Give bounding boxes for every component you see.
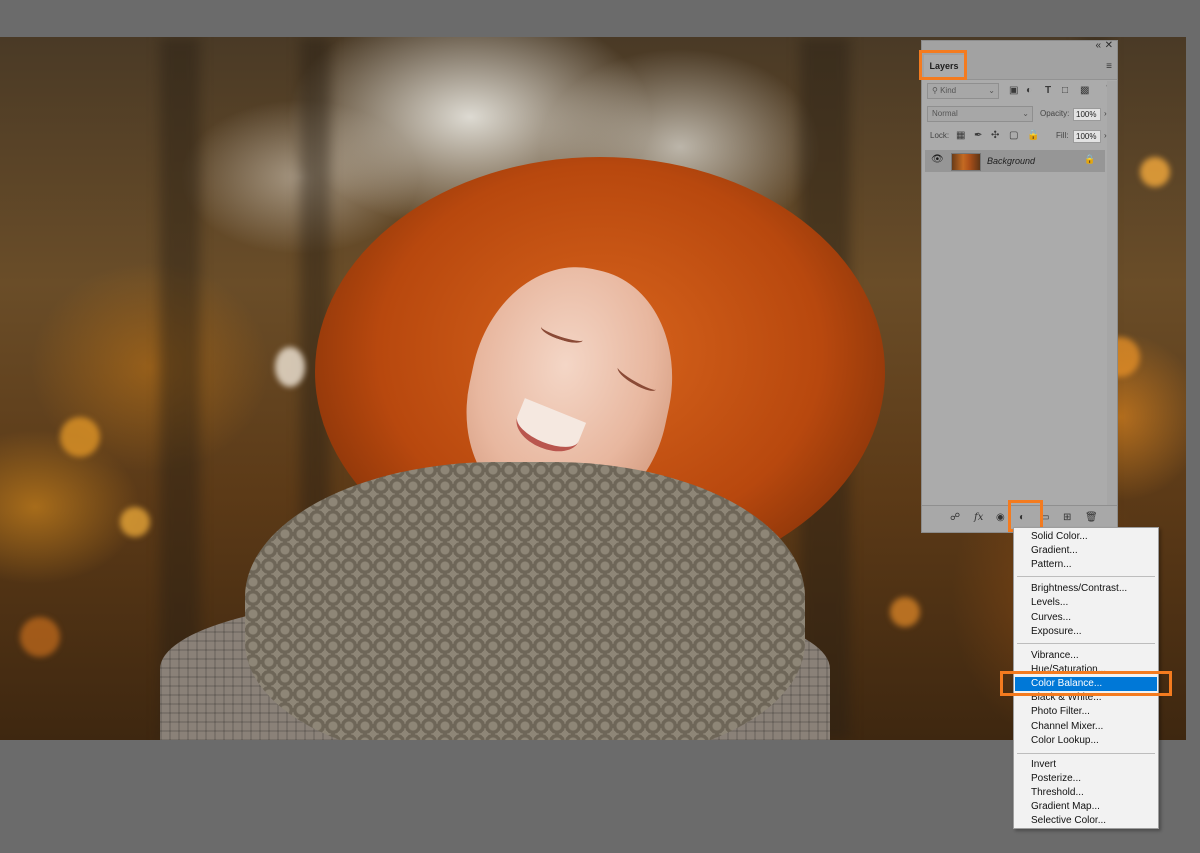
link-layers-icon[interactable]: ☍ <box>950 511 960 525</box>
menu-item-color-balance[interactable]: Color Balance... <box>1015 677 1157 691</box>
menu-separator <box>1017 753 1155 754</box>
eye-visibility-icon[interactable]: 👁 <box>931 154 944 165</box>
panel-title-bar: « ✕ <box>922 40 1117 53</box>
menu-item-pattern[interactable]: Pattern... <box>1015 558 1157 572</box>
opacity-field[interactable]: 100% <box>1073 108 1101 121</box>
menu-item-threshold[interactable]: Threshold... <box>1015 786 1157 800</box>
menu-item-selective-color[interactable]: Selective Color... <box>1015 814 1157 828</box>
menu-item-curves[interactable]: Curves... <box>1015 611 1157 625</box>
smart-object-filter-icon[interactable]: ▩ <box>1080 83 1089 99</box>
menu-item-black-white[interactable]: Black & White... <box>1015 691 1157 705</box>
image-filter-icon[interactable]: ▣ <box>1009 83 1018 99</box>
adjustment-filter-icon[interactable]: ◐ <box>1026 83 1032 99</box>
kind-label: Kind <box>940 86 957 95</box>
menu-item-exposure[interactable]: Exposure... <box>1015 625 1157 639</box>
new-group-icon[interactable]: ▭ <box>1040 511 1049 525</box>
menu-item-photo-filter[interactable]: Photo Filter... <box>1015 705 1157 719</box>
lock-position-icon[interactable]: ✣ <box>991 128 999 144</box>
lock-image-pixels-icon[interactable]: ✒ <box>974 128 982 144</box>
search-icon: ⚲ <box>932 86 938 95</box>
menu-item-channel-mixer[interactable]: Channel Mixer... <box>1015 720 1157 734</box>
lock-icon: 🔒 <box>1084 154 1096 164</box>
layer-name: Background <box>987 156 1036 166</box>
new-layer-icon[interactable]: ⊞ <box>1063 511 1071 525</box>
blend-row: Normal ⌄ Opacity: 100% › <box>925 106 1114 124</box>
lock-transparent-pixels-icon[interactable]: ▦ <box>956 128 965 144</box>
kind-filter-select[interactable]: ⚲ Kind ⌄ <box>927 83 999 99</box>
opacity-label: Opacity: <box>1040 109 1070 118</box>
layer-thumbnail <box>951 153 981 171</box>
menu-item-invert[interactable]: Invert <box>1015 758 1157 772</box>
menu-item-gradient-map[interactable]: Gradient Map... <box>1015 800 1157 814</box>
menu-item-vibrance[interactable]: Vibrance... <box>1015 649 1157 663</box>
menu-item-color-lookup[interactable]: Color Lookup... <box>1015 734 1157 748</box>
shape-filter-icon[interactable]: □ <box>1062 83 1068 99</box>
lock-artboard-icon[interactable]: ▢ <box>1009 128 1018 144</box>
chevron-down-icon: ⌄ <box>988 86 995 95</box>
layer-row-background[interactable]: 👁 Background 🔒 <box>925 150 1105 172</box>
menu-separator <box>1017 576 1155 577</box>
menu-item-hue-saturation[interactable]: Hue/Saturation... <box>1015 663 1157 677</box>
double-chevron-left-icon[interactable]: « <box>1095 40 1101 51</box>
blend-mode-select[interactable]: Normal ⌄ <box>927 106 1033 122</box>
lock-all-icon[interactable]: 🔒 <box>1027 128 1039 144</box>
scarf <box>245 462 805 740</box>
panel-scrollbar[interactable] <box>1107 81 1117 505</box>
chevron-down-icon: ⌄ <box>1022 109 1029 118</box>
new-adjustment-layer-menu: Solid Color... Gradient... Pattern... Br… <box>1013 527 1159 829</box>
delete-layer-icon[interactable]: 🗑 <box>1085 511 1098 525</box>
menu-separator <box>1017 643 1155 644</box>
filter-row: ⚲ Kind ⌄ ▣ ◐ T □ ▩ ● <box>925 81 1114 101</box>
blend-mode-value: Normal <box>932 109 958 118</box>
fill-label: Fill: <box>1056 131 1069 140</box>
fx-icon[interactable]: fx <box>974 511 983 525</box>
close-icon[interactable]: ✕ <box>1105 40 1113 51</box>
menu-item-brightness-contrast[interactable]: Brightness/Contrast... <box>1015 582 1157 596</box>
lock-label: Lock: <box>930 131 950 140</box>
lock-row: Lock: ▦ ✒ ✣ ▢ 🔒 Fill: 100% › <box>925 128 1114 146</box>
fill-field[interactable]: 100% <box>1073 130 1101 143</box>
type-filter-icon[interactable]: T <box>1045 83 1051 99</box>
layers-panel: « ✕ Layers ≡ ⚲ Kind ⌄ ▣ ◐ T □ ▩ ● Normal… <box>921 40 1118 533</box>
menu-item-levels[interactable]: Levels... <box>1015 596 1157 610</box>
menu-item-gradient[interactable]: Gradient... <box>1015 544 1157 558</box>
hamburger-menu-icon[interactable]: ≡ <box>1106 61 1112 72</box>
panel-tab-bar: Layers ≡ <box>922 53 1117 80</box>
menu-item-solid-color[interactable]: Solid Color... <box>1015 530 1157 544</box>
menu-item-posterize[interactable]: Posterize... <box>1015 772 1157 786</box>
add-mask-icon[interactable]: ◉ <box>996 511 1005 525</box>
tab-layers[interactable]: Layers <box>924 55 964 77</box>
new-adjustment-layer-icon[interactable]: ◐ <box>1019 511 1025 525</box>
